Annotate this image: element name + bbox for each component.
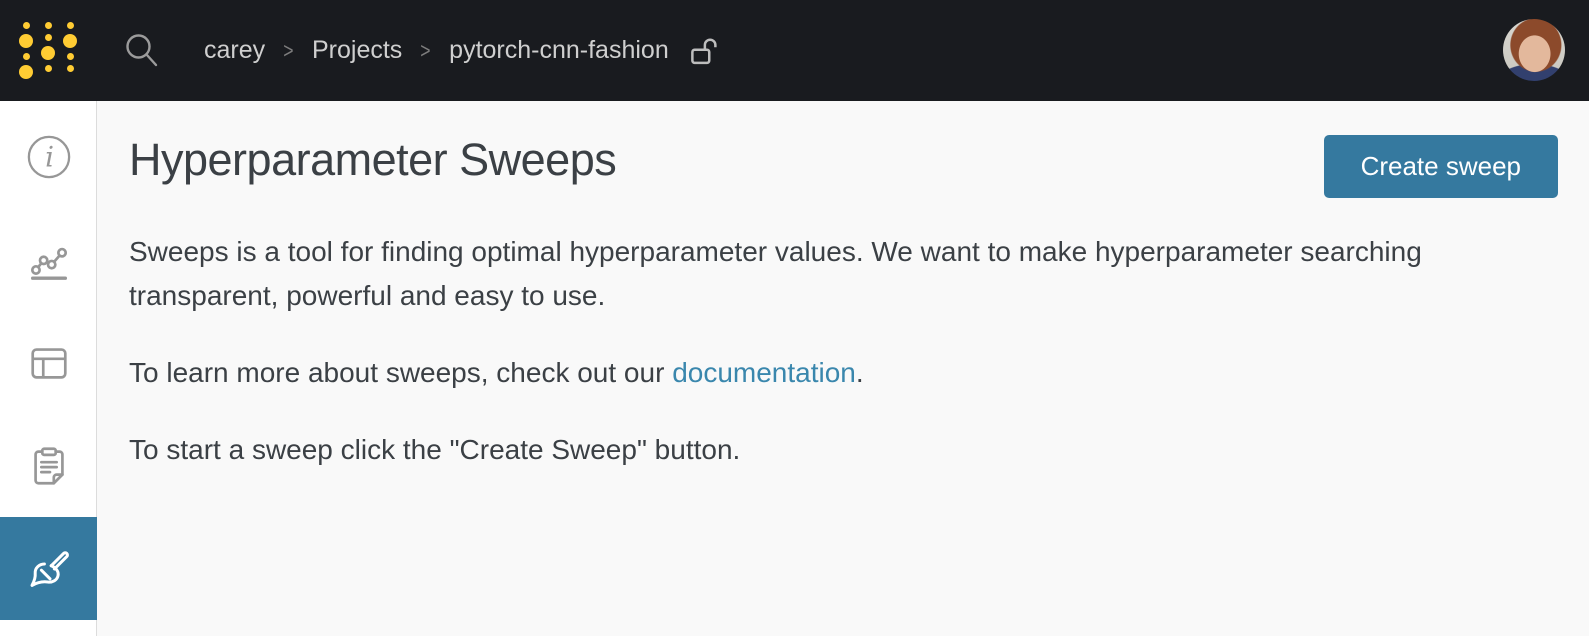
wandb-logo-column [19, 22, 33, 79]
unlock-icon [688, 34, 718, 68]
sweeps-start-paragraph: To start a sweep click the "Create Sweep… [129, 434, 741, 465]
notes-icon [26, 443, 72, 489]
documentation-link[interactable]: documentation [672, 357, 856, 388]
sweeps-docs-paragraph: To learn more about sweeps, check out ou… [129, 351, 1549, 395]
wandb-logo-column [63, 22, 77, 79]
sweeps-intro-paragraph: Sweeps is a tool for finding optimal hyp… [129, 236, 1422, 311]
breadcrumb: carey > Projects > pytorch-cnn-fashion [204, 0, 718, 101]
sidebar-item-notes[interactable] [0, 414, 97, 517]
docs-paragraph-text: To learn more about sweeps, check out ou… [129, 357, 673, 388]
sidebar-item-table[interactable] [0, 311, 97, 414]
user-avatar[interactable] [1503, 19, 1565, 81]
info-icon: i [26, 134, 72, 180]
breadcrumb-entity[interactable]: carey [204, 36, 265, 65]
docs-paragraph-period: . [855, 357, 864, 388]
svg-text:i: i [45, 140, 54, 173]
top-navbar: carey > Projects > pytorch-cnn-fashion [0, 0, 1589, 101]
main-content: Hyperparameter Sweeps Create sweep Sweep… [98, 101, 1589, 636]
create-sweep-button[interactable]: Create sweep [1323, 135, 1558, 198]
breadcrumb-separator: > [283, 37, 294, 63]
sidebar-item-overview[interactable]: i [0, 105, 97, 208]
breadcrumb-projects[interactable]: Projects [312, 36, 402, 65]
project-sidebar: i [0, 101, 97, 636]
search-icon[interactable] [124, 31, 160, 71]
wandb-logo[interactable] [19, 22, 77, 79]
breadcrumb-separator: > [420, 37, 431, 63]
sidebar-item-sweeps[interactable] [0, 517, 97, 620]
breadcrumb-project-name[interactable]: pytorch-cnn-fashion [449, 36, 669, 65]
sidebar-item-charts[interactable] [0, 208, 97, 311]
wandb-logo-column [41, 22, 55, 79]
app-window: carey > Projects > pytorch-cnn-fashion i [0, 0, 1589, 636]
sweeps-broom-icon [24, 545, 72, 593]
line-chart-icon [26, 237, 72, 283]
table-icon [26, 340, 72, 386]
